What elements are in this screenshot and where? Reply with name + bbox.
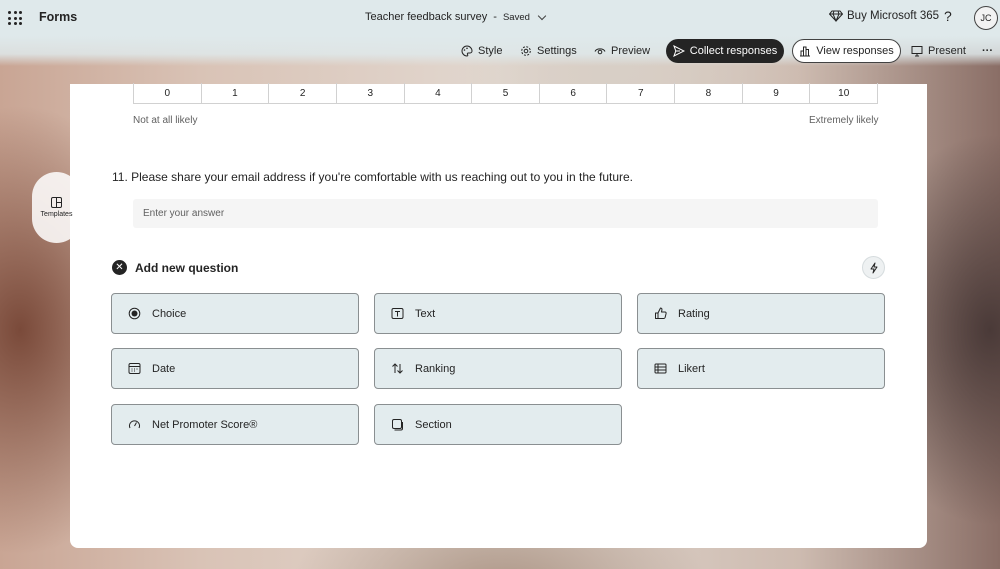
top-bar: Forms Teacher feedback survey - Saved Bu… xyxy=(0,0,1000,36)
scale-option[interactable]: 4 xyxy=(405,83,473,103)
text-label: Text xyxy=(415,307,436,320)
monitor-icon xyxy=(911,46,923,57)
preview-label: Preview xyxy=(611,45,651,57)
section-button[interactable]: Section xyxy=(374,404,622,445)
likert-icon xyxy=(654,363,667,374)
rating-label: Rating xyxy=(678,307,710,320)
likert-label: Likert xyxy=(678,362,705,375)
title-separator: - xyxy=(493,11,497,23)
lightning-icon xyxy=(870,262,877,273)
scale-option[interactable]: 9 xyxy=(743,83,811,103)
scale-option[interactable]: 3 xyxy=(337,83,405,103)
scale-low-label: Not at all likely xyxy=(133,115,198,126)
text-icon xyxy=(391,308,404,319)
view-label: View responses xyxy=(816,45,894,57)
templates-label: Templates xyxy=(40,211,73,218)
section-icon xyxy=(392,419,403,431)
scale-option[interactable]: 10 xyxy=(810,83,877,103)
chevron-down-icon[interactable] xyxy=(537,11,547,20)
more-options-button[interactable]: ··· xyxy=(982,39,993,63)
templates-icon xyxy=(51,197,62,208)
scale-option[interactable]: 6 xyxy=(540,83,608,103)
present-label: Present xyxy=(928,45,966,57)
doc-title[interactable]: Teacher feedback survey xyxy=(365,11,487,23)
templates-button[interactable]: Templates xyxy=(32,172,81,243)
view-responses-button[interactable]: View responses xyxy=(792,39,901,63)
net-promoter-score-button[interactable]: Net Promoter Score® xyxy=(111,404,359,445)
buy-label: Buy Microsoft 365 xyxy=(847,10,940,22)
scale-option[interactable]: 8 xyxy=(675,83,743,103)
radio-icon xyxy=(128,307,141,320)
style-label: Style xyxy=(478,45,503,57)
save-status: Saved xyxy=(502,11,530,23)
quick-insert-button[interactable] xyxy=(862,256,885,279)
add-question-label: Add new question xyxy=(135,260,239,275)
eye-icon xyxy=(594,48,606,55)
scale-high-label: Extremely likely xyxy=(809,115,879,126)
scale-option[interactable]: 1 xyxy=(202,83,270,103)
date-label: Date xyxy=(152,362,176,375)
close-icon[interactable]: ✕ xyxy=(112,260,127,275)
present-button[interactable]: Present xyxy=(911,39,966,63)
chart-icon xyxy=(800,46,811,57)
gear-icon xyxy=(521,46,531,56)
style-button[interactable]: Style xyxy=(461,39,502,63)
ranking-label: Ranking xyxy=(415,362,456,375)
text-button[interactable]: Text xyxy=(374,293,622,334)
scale-option[interactable]: 0 xyxy=(134,83,202,103)
app-name[interactable]: Forms xyxy=(39,10,77,24)
preview-button[interactable]: Preview xyxy=(594,39,650,63)
palette-icon xyxy=(461,45,473,57)
help-button[interactable]: ? xyxy=(944,8,952,24)
date-button[interactable]: Date xyxy=(111,348,359,389)
question-11-title: 11. Please share your email address if y… xyxy=(112,170,634,184)
scale-option[interactable]: 2 xyxy=(269,83,337,103)
gauge-icon xyxy=(129,420,140,429)
collect-responses-button[interactable]: Collect responses xyxy=(666,39,784,63)
scale-option[interactable]: 5 xyxy=(472,83,540,103)
choice-button[interactable]: Choice xyxy=(111,293,359,334)
settings-button[interactable]: Settings xyxy=(520,39,577,63)
nps-label: Net Promoter Score® xyxy=(152,418,258,431)
collect-label: Collect responses xyxy=(689,45,778,57)
ranking-button[interactable]: Ranking xyxy=(374,348,622,389)
ranking-icon xyxy=(392,363,403,374)
avatar[interactable]: JC xyxy=(974,6,998,30)
section-label: Section xyxy=(415,418,452,431)
nps-scale: 0 1 2 3 4 5 6 7 8 9 10 xyxy=(133,83,878,104)
diamond-icon xyxy=(829,10,843,22)
add-new-question: ✕ Add new question xyxy=(112,260,238,275)
thumb-icon xyxy=(655,307,667,319)
calendar-icon xyxy=(128,363,141,374)
scale-option[interactable]: 7 xyxy=(607,83,676,103)
likert-button[interactable]: Likert xyxy=(637,348,885,389)
doc-title-group[interactable]: Teacher feedback survey - Saved xyxy=(365,11,547,23)
rating-button[interactable]: Rating xyxy=(637,293,885,334)
answer-input[interactable]: Enter your answer xyxy=(133,199,878,228)
choice-label: Choice xyxy=(152,307,187,320)
app-launcher-icon[interactable] xyxy=(8,11,22,25)
buy-microsoft-365-button[interactable]: Buy Microsoft 365 xyxy=(829,10,939,22)
settings-label: Settings xyxy=(537,45,577,57)
send-icon xyxy=(672,45,685,57)
